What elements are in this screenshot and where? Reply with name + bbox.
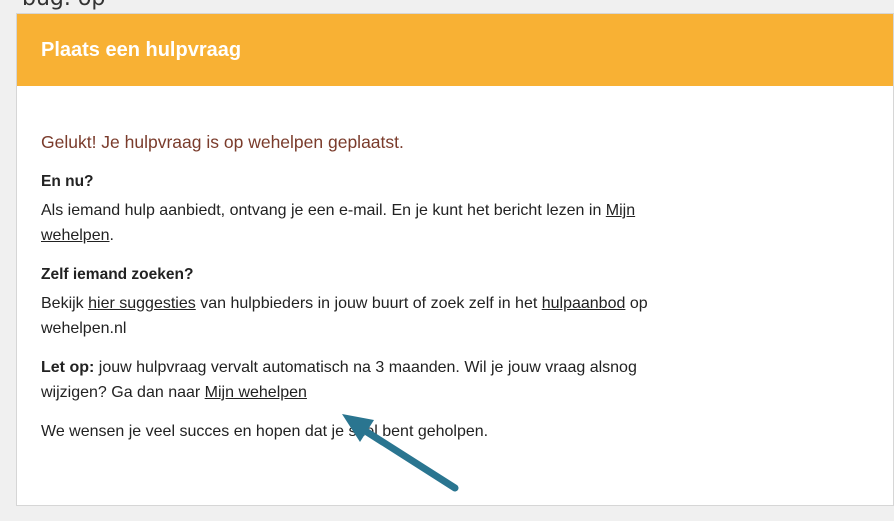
notice-label: Let op: — [41, 359, 95, 376]
section-text-part: Als iemand hulp aanbiedt, ontvang je een… — [41, 202, 606, 219]
notice-text: Let op: jouw hulpvraag vervalt automatis… — [41, 355, 701, 405]
help-offer-link[interactable]: hulpaanbod — [542, 295, 626, 312]
cropped-top-text: bug. op — [22, 0, 105, 11]
section-heading-search: Zelf iemand zoeken? — [41, 266, 194, 283]
annotation-arrow-icon — [342, 414, 459, 492]
card-header: Plaats een hulpvraag — [17, 14, 893, 86]
card-body: Gelukt! Je hulpvraag is op wehelpen gepl… — [17, 86, 701, 444]
notice-body: jouw hulpvraag vervalt automatisch na 3 … — [41, 359, 637, 401]
success-message: Gelukt! Je hulpvraag is op wehelpen gepl… — [41, 132, 404, 152]
arrow-head — [342, 414, 374, 442]
suggestions-link[interactable]: hier suggesties — [88, 295, 196, 312]
section-text-what-now: Als iemand hulp aanbiedt, ontvang je een… — [41, 198, 701, 248]
card-title: Plaats een hulpvraag — [41, 38, 242, 61]
section-text-search: Bekijk hier suggesties van hulpbieders i… — [41, 291, 701, 341]
section-text-part: . — [109, 227, 114, 244]
section-heading-what-now: En nu? — [41, 173, 94, 190]
section-text-part: Bekijk — [41, 295, 89, 312]
section-text-part: van hulpbieders in jouw buurt of zoek ze… — [195, 295, 542, 312]
arrow-shaft — [352, 421, 459, 492]
my-wehelpen-notice-link[interactable]: Mijn wehelpen — [205, 384, 307, 401]
